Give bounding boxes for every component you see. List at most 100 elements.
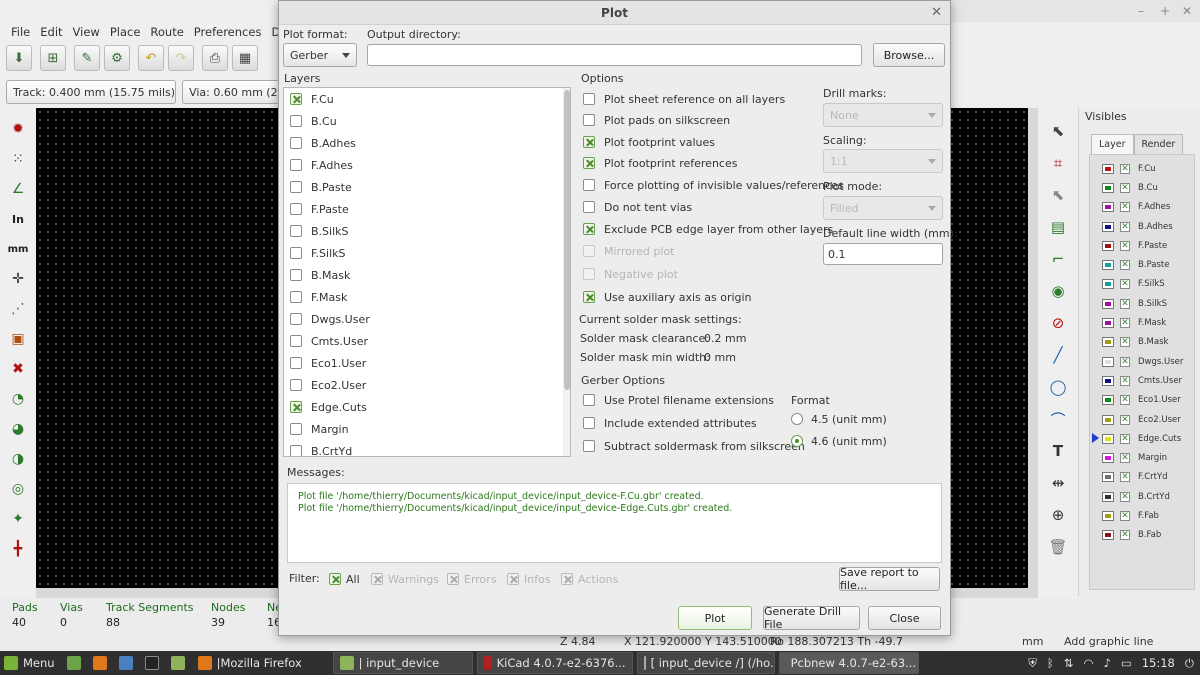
layer-checkbox[interactable]	[290, 93, 302, 105]
save-board-icon[interactable]: ⬇	[6, 45, 32, 71]
add-circle-icon[interactable]: ◯	[1045, 374, 1071, 400]
tab-layer[interactable]: Layer	[1091, 134, 1134, 154]
visible-layer-f-fab[interactable]: ✕ F.Fab	[1090, 506, 1194, 525]
option-force-plotting-of-invisible-values-references[interactable]: Force plotting of invisible values/refer…	[583, 175, 844, 195]
add-via-icon[interactable]: ◉	[1045, 278, 1071, 304]
track-sketch-icon[interactable]: ◎	[5, 476, 31, 502]
layer-checkbox[interactable]	[290, 423, 302, 435]
visible-layer-eco1-user[interactable]: ✕ Eco1.User	[1090, 391, 1194, 410]
layer-color-swatch[interactable]	[1102, 337, 1114, 348]
pad-sketch-icon[interactable]: ◕	[5, 416, 31, 442]
visible-layer-b-adhes[interactable]: ✕ B.Adhes	[1090, 217, 1194, 236]
layer-visibility-checkbox[interactable]: ✕	[1120, 414, 1130, 425]
layer-row-b-mask[interactable]: B.Mask	[290, 264, 350, 286]
add-keepout-icon[interactable]: ⊘	[1045, 310, 1071, 336]
visible-layer-edge-cuts[interactable]: ✕ Edge.Cuts	[1090, 429, 1194, 448]
visible-layer-b-paste[interactable]: ✕ B.Paste	[1090, 255, 1194, 274]
format-option-4-6-unit-mm[interactable]: 4.6 (unit mm)	[791, 431, 887, 451]
layer-visibility-checkbox[interactable]: ✕	[1120, 298, 1130, 309]
taskbar-kicad-window[interactable]: KiCad 4.0.7-e2-6376...	[476, 652, 633, 674]
delete-trash-icon[interactable]: 🗑	[1045, 534, 1071, 560]
taskbar-firefox-window[interactable]: |Mozilla Firefox	[191, 652, 329, 674]
option-checkbox[interactable]	[583, 114, 595, 126]
plot-format-select[interactable]: Gerber	[283, 43, 357, 67]
layer-row-edge-cuts[interactable]: Edge.Cuts	[290, 396, 367, 418]
layer-row-b-crtyd[interactable]: B.CrtYd	[290, 440, 352, 456]
visible-layer-f-mask[interactable]: ✕ F.Mask	[1090, 313, 1194, 332]
place-origin-icon[interactable]: ⊕	[1045, 502, 1071, 528]
option-checkbox[interactable]	[583, 245, 595, 257]
power-icon[interactable]: ⏻	[1185, 656, 1194, 671]
option-use-auxiliary-axis-as-origin[interactable]: Use auxiliary axis as origin	[583, 287, 752, 307]
layer-row-f-silks[interactable]: F.SilkS	[290, 242, 346, 264]
redo-icon[interactable]: ↷	[168, 45, 194, 71]
close-button[interactable]: Close	[868, 606, 941, 630]
browse-button[interactable]: Browse...	[873, 43, 945, 67]
visible-layer-f-silks[interactable]: ✕ F.SilkS	[1090, 275, 1194, 294]
plot-icon[interactable]: ▦	[232, 45, 258, 71]
visible-layer-margin[interactable]: ✕ Margin	[1090, 448, 1194, 467]
option-mirrored-plot[interactable]: Mirrored plot	[583, 241, 675, 261]
option-plot-pads-on-silkscreen[interactable]: Plot pads on silkscreen	[583, 110, 730, 130]
layer-color-swatch[interactable]	[1102, 356, 1114, 367]
terminal-launcher-icon[interactable]	[139, 652, 165, 674]
layer-row-b-adhes[interactable]: B.Adhes	[290, 132, 356, 154]
layers-scroll-thumb[interactable]	[564, 90, 570, 390]
show-desktop-icon[interactable]	[61, 652, 87, 674]
high-contrast-icon[interactable]: ✦	[5, 506, 31, 532]
layer-visibility-checkbox[interactable]: ✕	[1120, 433, 1130, 444]
option-plot-footprint-values[interactable]: Plot footprint values	[583, 132, 715, 152]
filter-checkbox[interactable]	[371, 573, 383, 585]
filter-errors[interactable]: Errors	[447, 570, 497, 588]
visible-layer-f-paste[interactable]: ✕ F.Paste	[1090, 236, 1194, 255]
layer-checkbox[interactable]	[290, 159, 302, 171]
output-directory-input[interactable]	[367, 44, 862, 66]
layer-checkbox[interactable]	[290, 269, 302, 281]
option-checkbox[interactable]	[583, 268, 595, 280]
layer-row-f-paste[interactable]: F.Paste	[290, 198, 349, 220]
vertical-scrollbar[interactable]	[1028, 108, 1038, 598]
layer-color-swatch[interactable]	[1102, 298, 1114, 309]
scaling-select[interactable]: 1:1	[823, 149, 943, 173]
option-plot-footprint-references[interactable]: Plot footprint references	[583, 153, 737, 173]
start-menu-button[interactable]: Menu	[0, 652, 61, 674]
via-size-select[interactable]: Via: 0.60 mm (23.6	[182, 80, 280, 104]
layer-checkbox[interactable]	[290, 181, 302, 193]
layer-visibility-checkbox[interactable]: ✕	[1120, 375, 1130, 386]
layer-color-swatch[interactable]	[1102, 240, 1114, 251]
battery-icon[interactable]: ▭	[1121, 656, 1132, 670]
polar-coords-icon[interactable]: ∠	[5, 176, 31, 202]
dialog-close-icon[interactable]: ✕	[931, 5, 942, 20]
option-checkbox[interactable]	[583, 223, 595, 235]
layer-checkbox[interactable]	[290, 115, 302, 127]
volume-icon[interactable]: ♪	[1104, 656, 1111, 670]
plot-mode-select[interactable]: Filled	[823, 196, 943, 220]
option-do-not-tent-vias[interactable]: Do not tent vias	[583, 197, 692, 217]
layer-visibility-checkbox[interactable]: ✕	[1120, 337, 1130, 348]
print-icon[interactable]: ⎙	[202, 45, 228, 71]
minimize-button[interactable]: –	[1138, 4, 1144, 18]
visible-layer-b-crtyd[interactable]: ✕ B.CrtYd	[1090, 487, 1194, 506]
filter-infos[interactable]: Infos	[507, 570, 551, 588]
layer-visibility-checkbox[interactable]: ✕	[1120, 163, 1130, 174]
visible-layer-b-cu[interactable]: ✕ B.Cu	[1090, 178, 1194, 197]
filter-checkbox[interactable]	[507, 573, 519, 585]
layer-color-swatch[interactable]	[1102, 202, 1114, 213]
layer-color-swatch[interactable]	[1102, 279, 1114, 290]
window-close-button[interactable]: ✕	[1182, 4, 1192, 18]
menu-route[interactable]: Route	[145, 25, 188, 39]
taskbar-terminal-window[interactable]: [ input_device /] (/ho...	[636, 652, 775, 674]
filter-actions[interactable]: Actions	[561, 570, 618, 588]
format-option-4-5-unit-mm[interactable]: 4.5 (unit mm)	[791, 409, 887, 429]
layer-visibility-checkbox[interactable]: ✕	[1120, 240, 1130, 251]
wifi-icon[interactable]: ◠	[1083, 656, 1093, 670]
layer-checkbox[interactable]	[290, 313, 302, 325]
layer-checkbox[interactable]	[290, 137, 302, 149]
layer-visibility-checkbox[interactable]: ✕	[1120, 530, 1130, 541]
units-inch-icon[interactable]: In	[5, 206, 31, 232]
layer-row-b-paste[interactable]: B.Paste	[290, 176, 352, 198]
footprint-editor-icon[interactable]: ✎	[74, 45, 100, 71]
layer-visibility-checkbox[interactable]: ✕	[1120, 472, 1130, 483]
menu-file[interactable]: File	[6, 25, 35, 39]
layer-checkbox[interactable]	[290, 335, 302, 347]
